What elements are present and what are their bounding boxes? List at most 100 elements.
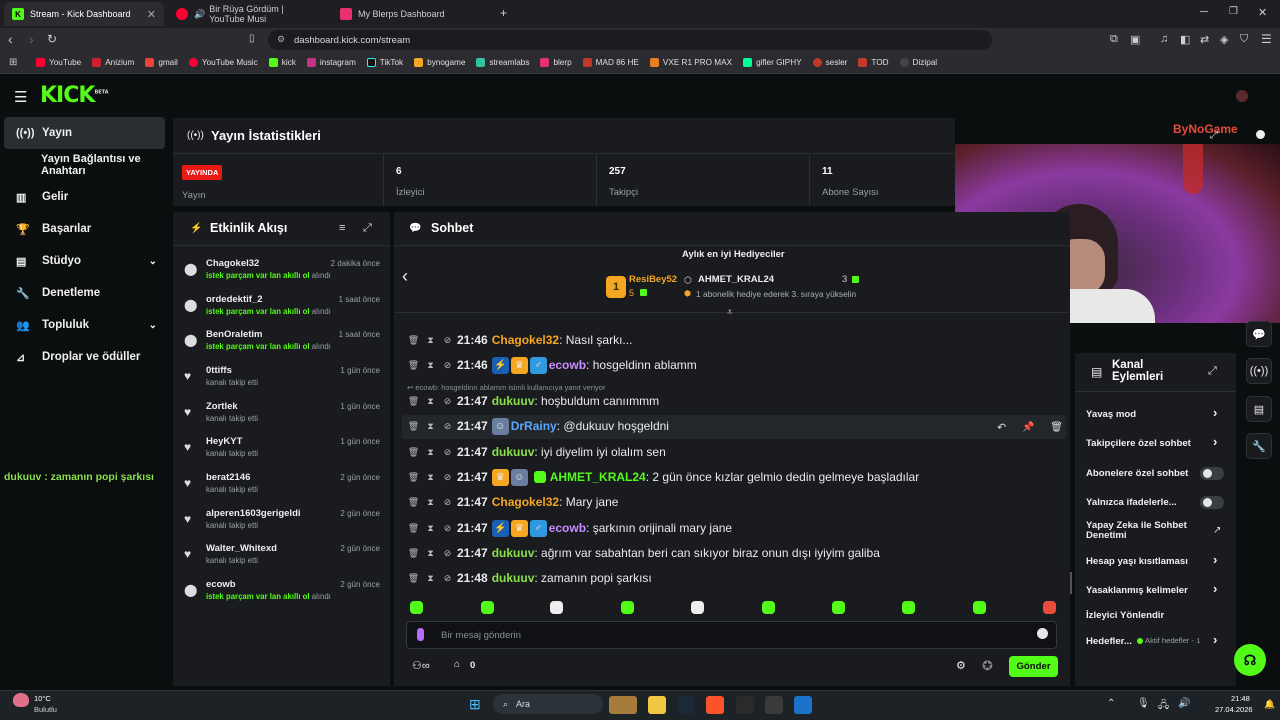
support-button[interactable]: ☊ — [1234, 644, 1266, 676]
timeout-icon[interactable]: ⧗ — [423, 447, 438, 458]
chat-message[interactable]: 🗑 ⧗ ⊘ 21:46 Chagokel32: Nasıl şarkı... — [406, 329, 1068, 351]
forward-icon[interactable]: › — [29, 31, 34, 47]
top-gifter-name[interactable]: ResiBey52 — [629, 274, 677, 285]
site-info-icon[interactable]: ⚙ — [277, 34, 285, 45]
delete-icon[interactable]: 🗑 — [406, 360, 421, 371]
bookmark-instagram[interactable]: instagram — [306, 58, 356, 67]
emote-kick[interactable] — [762, 601, 775, 614]
emote-kick[interactable] — [691, 601, 704, 614]
maximize-icon[interactable]: ❐ — [1229, 6, 1238, 17]
emote-kick[interactable] — [550, 601, 563, 614]
extensions-icon[interactable]: ⧉ — [1110, 33, 1118, 46]
new-tab-icon[interactable]: + — [500, 6, 507, 20]
music-icon[interactable]: ♫ — [1160, 33, 1168, 45]
kick-logo[interactable]: KICKBETA — [40, 83, 109, 108]
timeout-icon[interactable]: ⧗ — [423, 360, 438, 371]
action-ai-moderation[interactable]: Yapay Zeka ile Sohbet Denetimi — [1086, 521, 1196, 541]
network-icon[interactable]: 🖧 — [1158, 698, 1169, 715]
sidebar-item-studyo[interactable]: ▤ Stüdyo ⌄ — [4, 245, 165, 277]
chevron-right-icon[interactable]: › — [1213, 552, 1217, 567]
app-icon[interactable] — [794, 696, 812, 714]
activity-item[interactable]: ♥ alperen1603gerigeldi 2 gün önce kanalı ta… — [182, 504, 382, 538]
bookmark-streamlabs[interactable]: streamlabs — [476, 58, 529, 67]
ban-icon[interactable]: ⊘ — [440, 421, 455, 432]
translate-icon[interactable]: ⇄ — [1200, 33, 1209, 46]
activity-item[interactable]: ⬤ BenOraletim 1 saat önce istek parçam var … — [182, 325, 382, 359]
ban-icon[interactable]: ⊘ — [440, 472, 455, 483]
message-username[interactable]: Chagokel32 — [492, 495, 559, 509]
message-username[interactable]: AHMET_KRAL24 — [550, 470, 646, 484]
activity-item[interactable]: ♥ Zortlek 1 gün önce kanalı takip etti — [182, 397, 382, 431]
chevron-right-icon[interactable]: › — [1213, 632, 1217, 647]
activity-user[interactable]: berat2146 — [206, 472, 250, 483]
chat-message[interactable]: 🗑 ⧗ ⊘ 21:47 ♛ ☺ AHMET_KRAL24: 2 gün önce kızla… — [406, 466, 1068, 488]
bookmark-mad86[interactable]: MAD 86 HE — [582, 58, 639, 67]
action-goals[interactable]: Hedefler... — [1086, 636, 1136, 647]
ban-icon[interactable]: ⊘ — [440, 548, 455, 559]
sidebar-item-droplar[interactable]: ⊿ Droplar ve ödüller — [4, 341, 165, 373]
delete-icon[interactable]: 🗑 — [406, 472, 421, 483]
steam-icon[interactable] — [677, 696, 695, 714]
chat-message[interactable]: 🗑 ⧗ ⊘ 21:47 dukuuv: hoşbuldum canıımmm — [406, 390, 1068, 412]
screenshot-icon[interactable]: ▣ — [1130, 33, 1140, 46]
emoji-icon[interactable] — [1037, 628, 1048, 639]
bookmark-youtube-music[interactable]: YouTube Music — [188, 58, 258, 67]
speaker-icon[interactable]: 🔊 — [194, 9, 205, 20]
tab-youtube-music[interactable]: 🔊 Bir Rüya Gördüm | YouTube Musi — [168, 2, 328, 26]
channel-actions-quick-button[interactable]: ▤ — [1246, 396, 1272, 422]
bookmark-giphy[interactable]: gifler GIPHY — [743, 58, 802, 67]
tab-kick-dashboard[interactable]: K Stream - Kick Dashboard ✕ — [4, 2, 164, 26]
reload-icon[interactable]: ↻ — [47, 32, 57, 46]
bookmark-tiktok[interactable]: TikTok — [366, 58, 403, 67]
close-tab-icon[interactable]: ✕ — [147, 8, 156, 21]
action-banned-words[interactable]: Yasaklanmış kelimeler — [1086, 585, 1226, 596]
sidebar-item-topluluk[interactable]: 👥 Topluluk ⌄ — [4, 309, 165, 341]
subscribers-only-toggle[interactable] — [1200, 467, 1224, 480]
chat-message[interactable]: 🗑 ⧗ ⊘ 21:47 dukuuv: iyi diyelim iyi olalım s… — [406, 441, 1068, 463]
timeout-icon[interactable]: ⧗ — [423, 548, 438, 559]
message-username[interactable]: dukuuv — [492, 394, 535, 408]
moderation-quick-button[interactable]: 🔧 — [1246, 433, 1272, 459]
ban-icon[interactable]: ⊘ — [440, 447, 455, 458]
message-username[interactable]: ecowb — [549, 521, 586, 535]
ban-icon[interactable]: ⊘ — [440, 335, 455, 346]
menu-icon[interactable]: ☰ — [1261, 32, 1272, 46]
close-window-icon[interactable]: ✕ — [1258, 6, 1267, 19]
users-icon[interactable]: ⚇∞ — [412, 659, 430, 672]
timeout-icon[interactable]: ⧗ — [423, 523, 438, 534]
bookmark-tod[interactable]: TOD — [858, 58, 889, 67]
chat-message[interactable]: 🗑 ⧗ ⊘ 21:47 ☺ DrRainy: @dukuuv hoşgeldni — [406, 415, 1068, 437]
chat-message[interactable]: 🗑 ⧗ ⊘ 21:46 ⚡ ♛ ♂ ecowb: hosgeldinn ablamm — [406, 354, 1068, 376]
emote-kick[interactable] — [973, 601, 986, 614]
bookmark-blerp[interactable]: blerp — [540, 58, 572, 67]
windows-start-icon[interactable]: ⊞ — [469, 696, 487, 714]
activity-user[interactable]: HeyKYT — [206, 436, 242, 447]
delete-icon[interactable]: 🗑 — [406, 497, 421, 508]
message-username[interactable]: dukuuv — [492, 571, 535, 585]
sidebar-item-yayin[interactable]: ((•)) Yayın — [4, 117, 165, 149]
emote-kick[interactable] — [621, 601, 634, 614]
sidebar-icon[interactable]: ◧ — [1180, 33, 1190, 46]
tray-chevron-icon[interactable]: ⌃ — [1107, 698, 1115, 709]
settings-gear-icon[interactable]: ⚙ — [956, 659, 966, 672]
delete-icon[interactable]: 🗑 — [406, 335, 421, 346]
minimize-icon[interactable]: ─ — [1200, 6, 1208, 18]
activity-user[interactable]: ecowb — [206, 579, 236, 590]
back-icon[interactable]: ‹ — [8, 31, 13, 47]
chat-message[interactable]: 🗑 ⧗ ⊘ 21:47 ⚡ ♛ ♂ ecowb: şarkının orijinali mar… — [406, 517, 1068, 539]
activity-item[interactable]: ♥ 0ttiffs 1 gün önce kanalı takip etti — [182, 361, 382, 395]
timeout-icon[interactable]: ⧗ — [423, 497, 438, 508]
url-bar[interactable]: ⚙ dashboard.kick.com/stream — [268, 30, 992, 50]
send-button[interactable]: Gönder — [1009, 656, 1058, 677]
emote-kick[interactable] — [902, 601, 915, 614]
emote-kick[interactable] — [832, 601, 845, 614]
delete-icon[interactable]: 🗑 — [406, 396, 421, 407]
bookmark-vxe[interactable]: VXE R1 PRO MAX — [649, 58, 732, 67]
chat-input-box[interactable]: Bir mesaj gönderin — [406, 621, 1057, 649]
file-explorer-icon[interactable] — [648, 696, 666, 714]
popout-icon[interactable]: ⤢ — [363, 222, 372, 235]
external-link-icon[interactable]: ↗ — [1213, 525, 1221, 536]
activity-user[interactable]: BenOraletim — [206, 329, 263, 340]
chat-message[interactable]: 🗑 ⧗ ⊘ 21:47 Chagokel32: Mary jane — [406, 491, 1068, 513]
sidebar-item-stream-key[interactable]: Yayın Bağlantısı ve Anahtarı — [4, 149, 165, 181]
